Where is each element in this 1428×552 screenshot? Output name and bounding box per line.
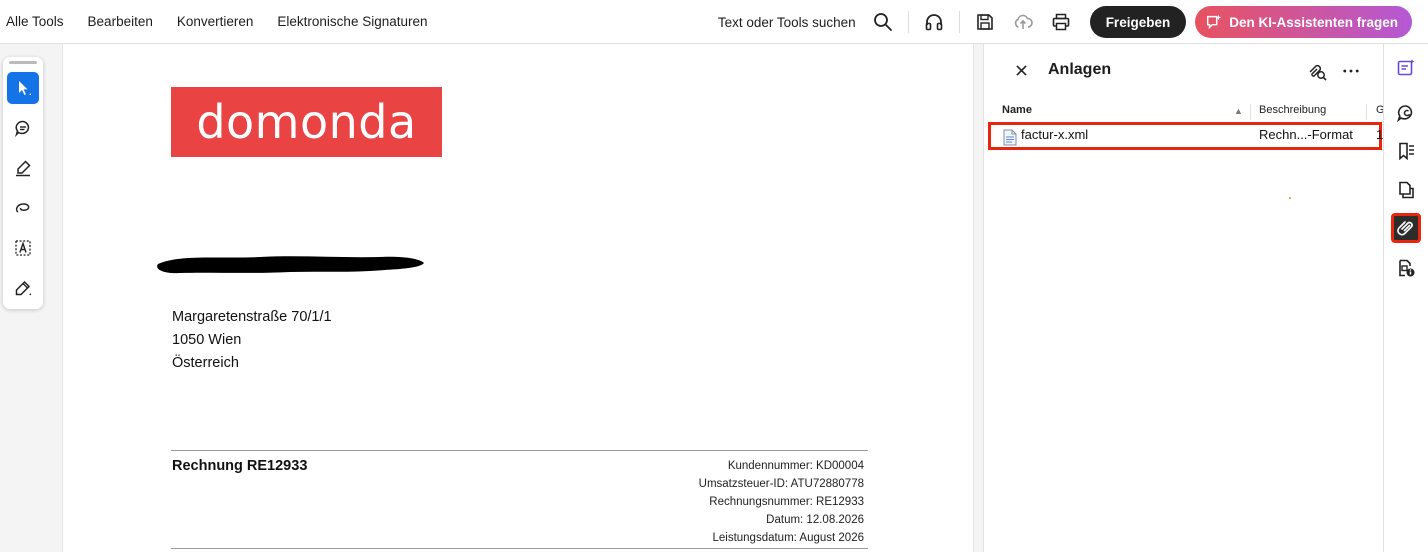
menu-e-signatures[interactable]: Elektronische Signaturen	[277, 14, 427, 29]
divider	[171, 450, 868, 451]
divider	[171, 548, 868, 549]
comments-icon[interactable]	[1391, 98, 1421, 128]
draw-tool[interactable]	[7, 192, 39, 224]
main-menu: Alle Tools Bearbeiten Konvertieren Elekt…	[0, 0, 452, 44]
protect-icon[interactable]	[1391, 253, 1421, 283]
save-icon[interactable]	[968, 5, 1002, 39]
search-icon[interactable]	[866, 5, 900, 39]
company-logo: domonda	[171, 87, 442, 157]
redaction-mark	[157, 256, 424, 274]
meta-invoice-number: Rechnungsnummer: RE12933	[709, 496, 864, 508]
comment-tool[interactable]	[7, 112, 39, 144]
print-icon[interactable]	[1044, 5, 1078, 39]
more-options-icon[interactable]	[1340, 60, 1362, 82]
sort-ascending-icon[interactable]: ▲	[1234, 106, 1243, 116]
right-rail	[1383, 44, 1428, 552]
xml-file-icon	[1003, 129, 1017, 146]
ai-assistant-icon	[1207, 14, 1222, 30]
meta-vat-id: Umsatzsteuer-ID: ATU72880778	[698, 478, 864, 490]
bookmarks-icon[interactable]	[1391, 136, 1421, 166]
attachment-description: Rechn...-Format	[1259, 127, 1353, 142]
attachment-name[interactable]: factur-x.xml	[1021, 127, 1088, 142]
document-page: domonda Margaretenstraße 70/1/1 1050 Wie…	[64, 44, 972, 552]
column-divider[interactable]	[1366, 104, 1367, 120]
invoice-title: Rechnung RE12933	[172, 458, 308, 474]
divider	[958, 11, 960, 33]
menu-all-tools[interactable]: Alle Tools	[6, 14, 64, 29]
headphones-icon[interactable]	[917, 5, 951, 39]
select-tool[interactable]	[7, 72, 39, 104]
ai-assistant-label: Den KI-Assistenten fragen	[1229, 14, 1398, 30]
highlight-tool[interactable]	[7, 152, 39, 184]
edit-pdf-icon[interactable]	[1391, 53, 1421, 83]
top-right-tools: Text oder Tools suchen Freigeben Den KI-…	[718, 0, 1428, 44]
column-header-description[interactable]: Beschreibung	[1259, 104, 1326, 122]
attachments-icon[interactable]	[1391, 213, 1421, 243]
panel-title: Anlagen	[1048, 61, 1112, 78]
logo-text: domonda	[196, 95, 417, 149]
column-divider[interactable]	[1250, 104, 1251, 120]
artifact-dot	[1289, 197, 1291, 199]
panel-divider	[973, 44, 983, 552]
column-header-name[interactable]: Name	[1002, 104, 1032, 122]
address-line-city: 1050 Wien	[172, 332, 242, 348]
attachment-search-icon[interactable]	[1306, 60, 1328, 82]
pages-icon[interactable]	[1391, 175, 1421, 205]
top-toolbar: Alle Tools Bearbeiten Konvertieren Elekt…	[0, 0, 1428, 44]
divider	[907, 11, 909, 33]
meta-service-date: Leistungsdatum: August 2026	[712, 532, 864, 544]
sign-tool[interactable]	[7, 272, 39, 304]
text-select-tool[interactable]	[7, 232, 39, 264]
attachments-panel: Anlagen Name ▲ Beschreibung G factur-x.x…	[983, 44, 1385, 552]
menu-convert[interactable]: Konvertieren	[177, 14, 254, 29]
ai-assistant-button[interactable]: Den KI-Assistenten fragen	[1195, 6, 1412, 38]
meta-customer-number: Kundennummer: KD00004	[727, 460, 864, 472]
cloud-upload-icon[interactable]	[1006, 5, 1040, 39]
address-line-street: Margaretenstraße 70/1/1	[172, 309, 332, 325]
meta-date: Datum: 12.08.2026	[766, 514, 864, 526]
share-button[interactable]: Freigeben	[1089, 6, 1187, 38]
drag-handle[interactable]	[9, 61, 37, 64]
quick-tools-panel	[3, 57, 43, 309]
address-line-country: Österreich	[172, 355, 239, 371]
menu-edit[interactable]: Bearbeiten	[88, 14, 153, 29]
close-icon[interactable]	[1012, 61, 1030, 79]
search-tools-label[interactable]: Text oder Tools suchen	[718, 15, 856, 30]
